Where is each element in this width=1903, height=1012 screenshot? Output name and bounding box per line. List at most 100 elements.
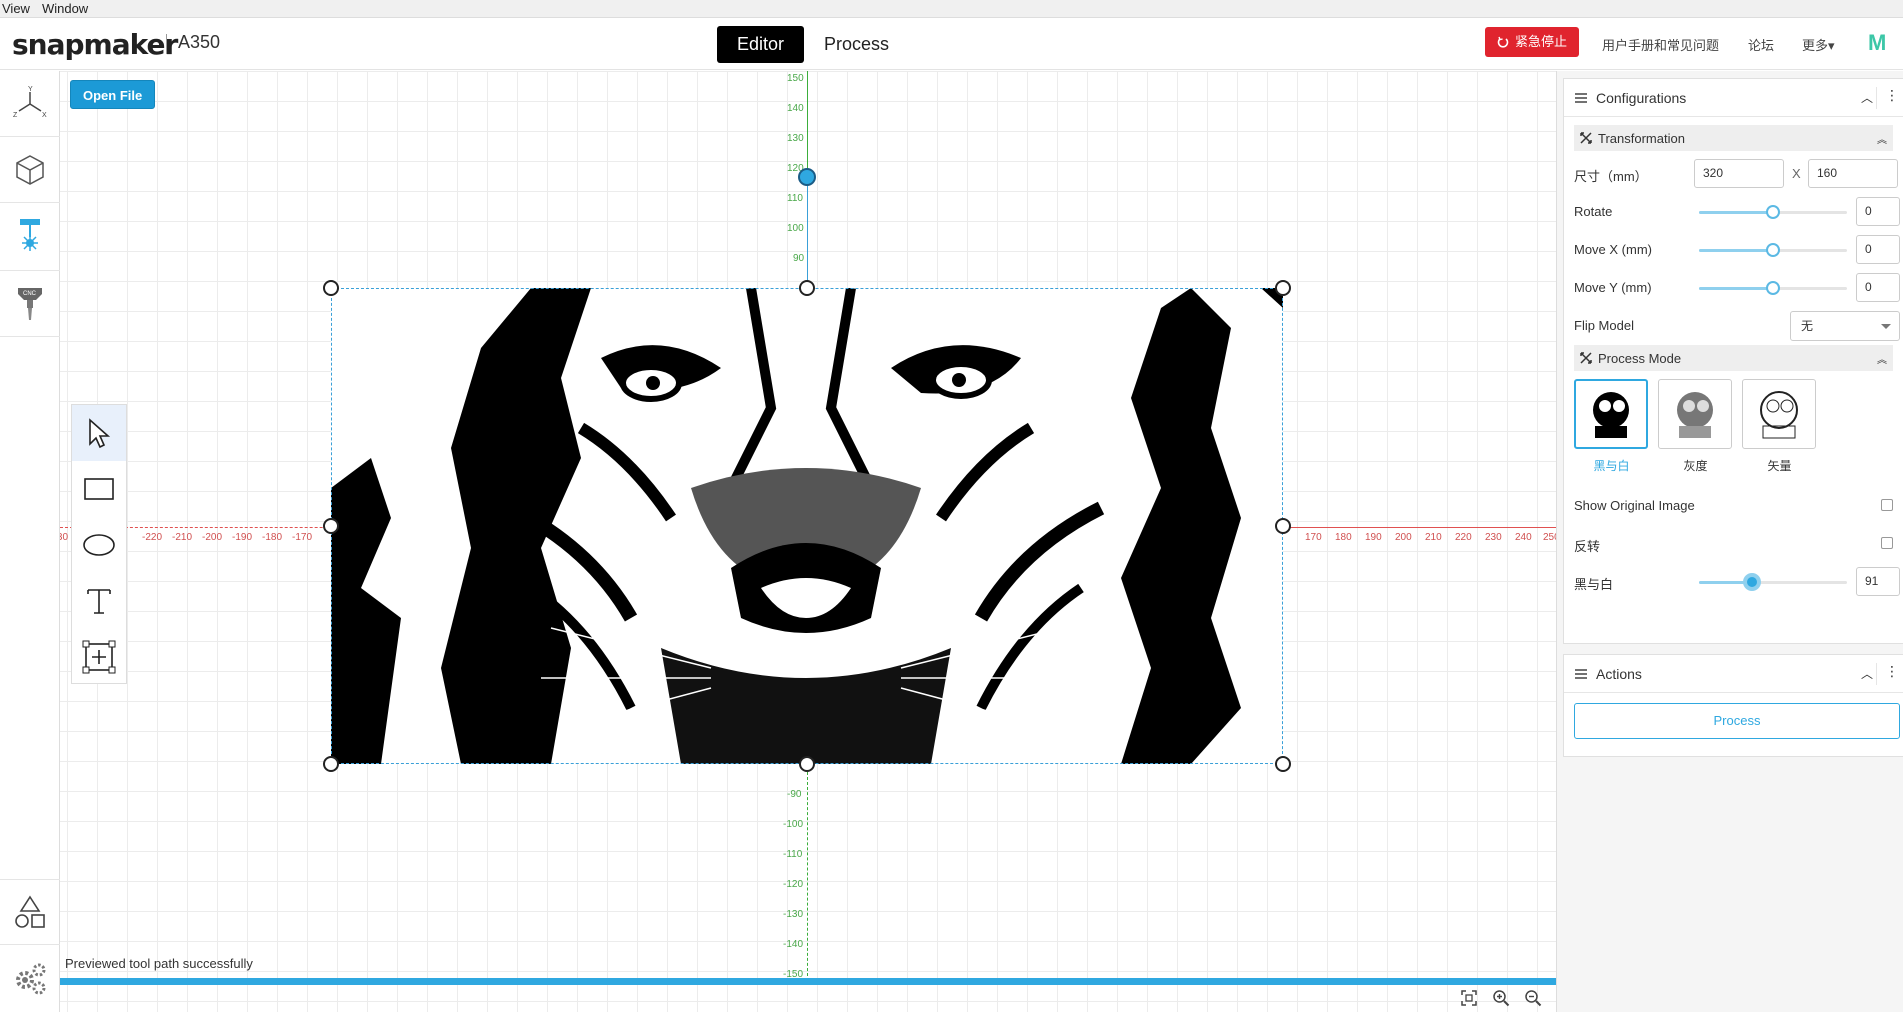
chevron-up-icon: ︽	[1877, 135, 1887, 146]
mode-thumbnail	[1742, 379, 1816, 449]
move-x-slider[interactable]	[1699, 243, 1847, 257]
more-menu[interactable]: 更多▾	[1802, 35, 1835, 54]
axes-icon[interactable]: Y X Z	[0, 71, 60, 137]
show-original-row: Show Original Image	[1564, 487, 1903, 525]
resize-handle-right[interactable]	[1275, 518, 1291, 534]
open-file-button[interactable]: Open File	[70, 80, 156, 109]
x-tick: 210	[1425, 532, 1442, 543]
settings-icon[interactable]	[0, 945, 60, 1011]
resize-handle-left[interactable]	[323, 518, 339, 534]
invert-row: 反转	[1564, 525, 1903, 563]
mode-vector[interactable]: 矢量	[1742, 379, 1817, 474]
shapes-icon[interactable]	[0, 879, 60, 945]
resize-handle-bottom-left[interactable]	[323, 756, 339, 772]
power-icon	[1497, 36, 1509, 48]
select-tool[interactable]	[72, 405, 126, 461]
resize-handle-bottom[interactable]	[799, 756, 815, 772]
collapse-icon[interactable]: ︿	[1861, 665, 1873, 682]
x-tick: 230	[1485, 532, 1502, 543]
menu-window[interactable]: Window	[42, 1, 88, 16]
width-input[interactable]: 320	[1694, 159, 1784, 188]
process-mode-title: Process Mode	[1598, 350, 1682, 366]
process-button[interactable]: Process	[1574, 703, 1900, 739]
cursor-icon	[89, 418, 111, 448]
x-tick: -210	[172, 532, 193, 543]
svg-text:CNC: CNC	[23, 291, 37, 297]
expand-icon	[1580, 132, 1592, 144]
rectangle-tool[interactable]	[72, 461, 126, 517]
tab-editor[interactable]: Editor	[717, 26, 805, 63]
workspace-canvas[interactable]: Open File 150 140 130 120 110 100 90 -90…	[60, 71, 1556, 1012]
move-x-slider-knob[interactable]	[1766, 243, 1780, 257]
m-logo[interactable]: M	[1868, 30, 1886, 56]
show-original-label: Show Original Image	[1574, 498, 1695, 513]
rotate-slider-knob[interactable]	[1766, 205, 1780, 219]
move-y-input[interactable]: 0	[1856, 273, 1900, 302]
rectangle-icon	[84, 478, 114, 500]
transformation-section[interactable]: Transformation ︽	[1574, 125, 1893, 151]
status-message: Previewed tool path successfully	[65, 956, 253, 971]
laser-icon[interactable]	[0, 203, 60, 271]
flip-select[interactable]: 无	[1790, 311, 1900, 341]
move-y-slider-knob[interactable]	[1766, 281, 1780, 295]
expand-icon	[1580, 352, 1592, 364]
mode-thumbnail	[1574, 379, 1648, 449]
cube-icon[interactable]	[0, 137, 60, 203]
rotation-handle[interactable]	[798, 168, 816, 186]
resize-handle-top-right[interactable]	[1275, 280, 1291, 296]
cnc-icon[interactable]: CNC	[0, 271, 60, 337]
right-panel: Configurations ︿ ⋮ Transformation ︽ 尺寸（m…	[1556, 71, 1903, 1012]
move-y-slider[interactable]	[1699, 281, 1847, 295]
y-tick: -90	[787, 789, 802, 800]
svg-text:Y: Y	[28, 86, 33, 93]
collapse-icon[interactable]: ︿	[1861, 89, 1873, 106]
bw-threshold-slider[interactable]	[1699, 573, 1847, 591]
manual-link[interactable]: 用户手册和常见问题	[1602, 35, 1719, 54]
invert-label: 反转	[1574, 539, 1601, 554]
forum-link[interactable]: 论坛	[1748, 35, 1774, 54]
text-icon	[87, 589, 111, 614]
mode-label: 灰度	[1683, 459, 1708, 473]
text-tool[interactable]	[72, 573, 126, 629]
header-divider	[166, 34, 167, 54]
invert-checkbox[interactable]	[1881, 537, 1893, 549]
process-mode-section[interactable]: Process Mode ︽	[1574, 345, 1893, 371]
configurations-card: Configurations ︿ ⋮ Transformation ︽ 尺寸（m…	[1563, 78, 1903, 644]
mode-black-white[interactable]: 黑与白	[1574, 379, 1649, 474]
zoom-controls	[1460, 989, 1542, 1007]
mode-greyscale[interactable]: 灰度	[1658, 379, 1733, 474]
fit-view-icon[interactable]	[1460, 989, 1478, 1007]
rotate-input[interactable]: 0	[1856, 197, 1900, 226]
resize-handle-bottom-right[interactable]	[1275, 756, 1291, 772]
x-tick: -170	[292, 532, 313, 543]
size-separator: X	[1792, 166, 1801, 181]
bw-threshold-slider-knob[interactable]	[1743, 573, 1761, 591]
menu-icon	[1575, 92, 1587, 103]
zoom-in-icon[interactable]	[1492, 989, 1510, 1007]
add-frame-tool[interactable]	[72, 629, 126, 685]
resize-handle-top-left[interactable]	[323, 280, 339, 296]
bw-threshold-label: 黑与白	[1574, 577, 1614, 592]
machine-model: A350	[178, 32, 221, 52]
zoom-out-icon[interactable]	[1524, 989, 1542, 1007]
move-x-input[interactable]: 0	[1856, 235, 1900, 264]
emergency-stop-button[interactable]: 紧急停止	[1485, 27, 1580, 57]
more-options-icon[interactable]: ⋮	[1876, 663, 1899, 685]
resize-handle-top[interactable]	[799, 280, 815, 296]
size-row: 尺寸（mm） 320 X 160	[1564, 155, 1903, 193]
flip-row: Flip Model 无	[1564, 307, 1903, 345]
y-tick: 150	[787, 73, 804, 84]
x-tick: -230	[60, 532, 69, 543]
rotation-handle-line	[807, 184, 808, 288]
bw-threshold-input[interactable]: 91	[1856, 567, 1900, 596]
tab-process[interactable]: Process	[804, 26, 909, 63]
x-tick: 250	[1543, 532, 1556, 543]
rotate-slider[interactable]	[1699, 205, 1847, 219]
show-original-checkbox[interactable]	[1881, 499, 1893, 511]
flip-value: 无	[1801, 319, 1814, 333]
ellipse-tool[interactable]	[72, 517, 126, 573]
height-input[interactable]: 160	[1808, 159, 1898, 188]
y-tick: 130	[787, 133, 804, 144]
more-options-icon[interactable]: ⋮	[1876, 87, 1899, 109]
menu-view[interactable]: View	[2, 1, 30, 16]
